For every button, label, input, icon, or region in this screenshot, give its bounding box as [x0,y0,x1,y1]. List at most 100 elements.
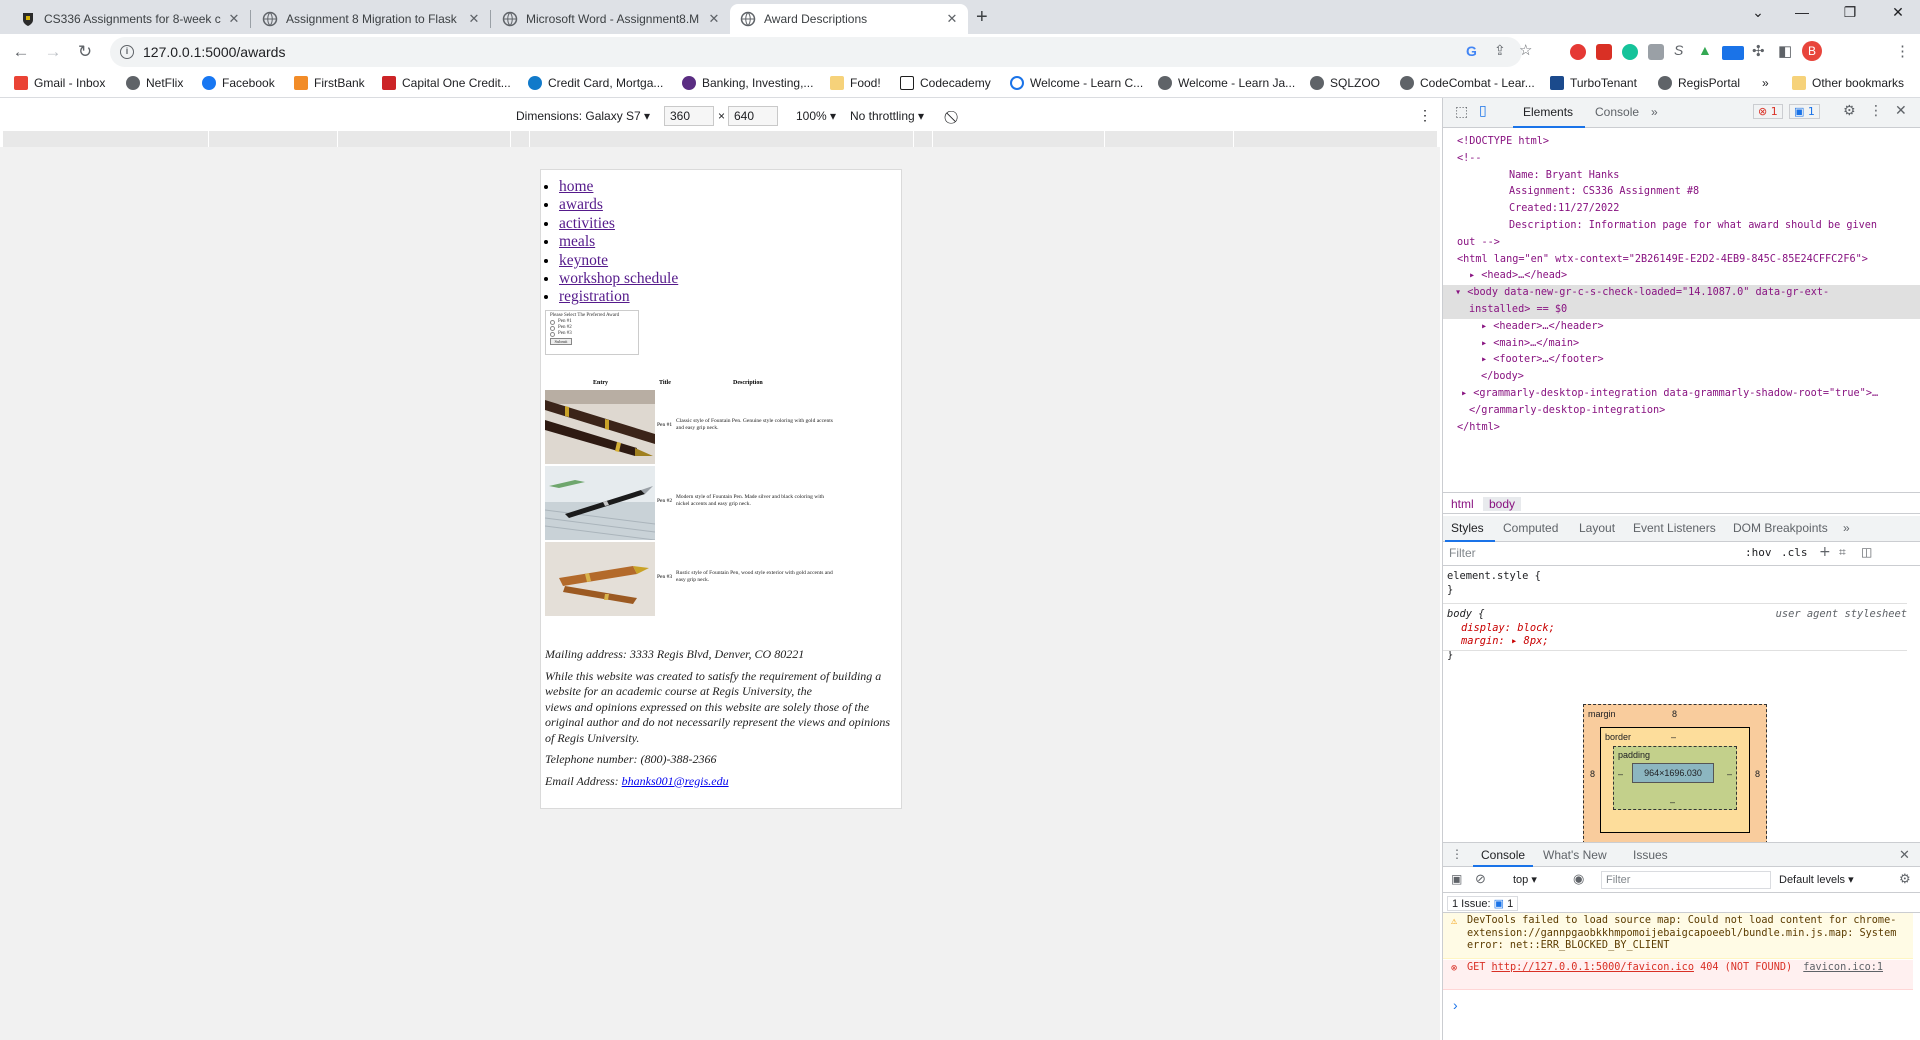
tab-layout[interactable]: Layout [1579,521,1615,535]
radio-pen-3[interactable]: Pen #3 [550,331,634,337]
dom-body-close[interactable]: </body> [1457,369,1920,386]
console-settings-gear-icon[interactable]: ⚙ [1899,871,1911,887]
tab-award-descriptions[interactable]: Award Descriptions ✕ [730,4,968,34]
device-height-input[interactable]: 640 [728,106,778,126]
chrome-menu-icon[interactable]: ⋮ [1895,42,1910,60]
bookmark-codecombat[interactable]: CodeCombat - Lear... [1400,76,1535,90]
error-counter[interactable]: ⊗ 1 [1753,104,1783,119]
red-extension-icon[interactable] [1596,44,1612,60]
radio-circle-icon[interactable] [550,331,555,337]
google-lens-icon[interactable]: G [1466,43,1477,59]
dom-html-open[interactable]: <html lang="en" wtx-context="2B26149E-E2… [1457,252,1920,269]
close-devtools-icon[interactable]: ✕ [1895,103,1907,119]
minimize-button[interactable]: — [1782,4,1822,20]
nav-link-workshop-schedule[interactable]: workshop schedule [559,270,678,287]
dom-comment-assignment[interactable]: Assignment: CS336 Assignment #8 [1457,184,1920,201]
clear-console-icon[interactable]: ⊘ [1475,871,1486,887]
nav-link-awards[interactable]: awards [559,196,603,213]
box-model-diagram[interactable]: margin 8 8 8 border – padding – – – 964×… [1583,704,1767,844]
dom-comment-close[interactable]: out --> [1457,235,1920,252]
radio-circle-icon[interactable] [550,325,555,331]
drawer-tab-console[interactable]: Console [1481,848,1525,862]
tab-dom-breakpoints[interactable]: DOM Breakpoints [1733,521,1828,535]
drawer-tab-issues[interactable]: Issues [1633,848,1668,862]
site-info-icon[interactable]: i [120,45,134,59]
more-tabs-icon[interactable]: » [1651,105,1658,119]
drawer-menu-icon[interactable]: ⋮ [1451,847,1463,861]
grammarly-icon[interactable] [1622,44,1638,60]
bookmark-food[interactable]: Food! [830,76,881,90]
new-tab-button[interactable]: + [976,6,988,29]
styles-filter-input[interactable]: Filter [1449,546,1476,560]
decl-margin[interactable]: margin: ▸ 8px; [1447,635,1907,649]
nav-link-home[interactable]: home [559,178,593,195]
bookmark-learn-java[interactable]: Welcome - Learn Ja... [1158,76,1295,90]
console-sidebar-icon[interactable]: ▣ [1451,872,1462,886]
drive-extension-icon[interactable]: ▲ [1698,42,1712,58]
new-rule-icon[interactable]: + [1819,544,1831,560]
bookmark-star-icon[interactable]: ☆ [1519,41,1532,59]
bookmark-regisportal[interactable]: RegisPortal [1658,76,1740,90]
drawer-tab-whats-new[interactable]: What's New [1543,848,1607,862]
gray-extension-icon[interactable] [1648,44,1664,60]
hov-toggle[interactable]: :hov [1745,546,1772,559]
settings-gear-icon[interactable]: ⚙ [1843,103,1856,119]
bookmark-firstbank[interactable]: FirstBank [294,76,365,90]
device-dimensions-dropdown[interactable]: Dimensions: Galaxy S7 ▾ [516,109,650,123]
and-extension-icon[interactable] [1722,46,1744,60]
close-tab-icon[interactable]: ✕ [466,11,482,27]
tab-cs336[interactable]: CS336 Assignments for 8-week c ✕ [10,4,250,34]
devtools-menu-icon[interactable]: ⋮ [1869,103,1883,119]
nav-link-meals[interactable]: meals [559,233,595,250]
forward-button[interactable]: → [43,42,63,62]
tab-elements[interactable]: Elements [1523,105,1573,119]
media-query-bar[interactable] [3,131,1437,147]
email-link[interactable]: bhanks001@regis.edu [622,774,729,788]
error-source-link[interactable]: favicon.ico:1 [1803,962,1883,975]
dom-main[interactable]: ▸ <main>…</main> [1457,336,1920,353]
dom-footer[interactable]: ▸ <footer>…</footer> [1457,352,1920,369]
more-subtabs-icon[interactable]: » [1843,521,1850,535]
throttling-dropdown[interactable]: No throttling ▾ [850,109,924,123]
device-width-input[interactable]: 360 [664,106,714,126]
crumb-html[interactable]: html [1451,497,1474,511]
dom-grammarly-close[interactable]: </grammarly-desktop-integration> [1457,403,1920,420]
bookmark-turbotenant[interactable]: TurboTenant [1550,76,1637,90]
tab-console[interactable]: Console [1595,105,1639,119]
issues-counter[interactable]: ▣ 1 [1789,104,1820,119]
reload-button[interactable]: ↻ [75,42,95,62]
tab-styles[interactable]: Styles [1451,521,1484,535]
zoom-dropdown[interactable]: 100% ▾ [796,109,836,123]
issues-button[interactable]: 1 Issue: ▣ 1 [1447,896,1519,911]
address-bar[interactable]: i 127.0.0.1:5000/awards G ⇪ ☆ [110,37,1532,67]
device-toggle-icon[interactable]: ▯ [1479,103,1487,119]
dom-header[interactable]: ▸ <header>…</header> [1457,319,1920,336]
restore-button[interactable]: ❐ [1830,4,1870,21]
bookmark-capital-one[interactable]: Capital One Credit... [382,76,511,90]
submit-button[interactable]: Submit [550,338,572,345]
opera-extension-icon[interactable] [1570,44,1586,60]
dom-comment-description[interactable]: Description: Information page for what a… [1457,218,1920,235]
bookmark-netflix[interactable]: NetFlix [126,76,183,90]
tab-search-icon[interactable]: ⌄ [1738,4,1778,21]
decl-display[interactable]: display: block; [1447,622,1907,636]
tab-word-doc[interactable]: Microsoft Word - Assignment8.M ✕ [492,4,730,34]
context-selector[interactable]: top ▾ [1513,873,1537,886]
dom-body-open[interactable]: ▾ <body data-new-gr-c-s-check-loaded="14… [1443,285,1920,302]
dom-body-open-cont[interactable]: installed> == $0 [1443,301,1920,319]
dom-comment-open[interactable]: <!-- [1457,151,1920,168]
close-tab-icon[interactable]: ✕ [226,11,242,27]
dom-comment-created[interactable]: Created:11/27/2022 [1457,201,1920,218]
dom-comment-name[interactable]: Name: Bryant Hanks [1457,168,1920,185]
bookmark-learn-c[interactable]: Welcome - Learn C... [1010,76,1143,90]
extensions-puzzle-icon[interactable]: ✣ [1752,42,1765,60]
bookmark-gmail[interactable]: Gmail - Inbox [14,76,105,90]
bookmark-other[interactable]: Other bookmarks [1792,76,1904,90]
back-button[interactable]: ← [11,42,31,62]
body-selector[interactable]: body { [1447,608,1485,620]
nav-link-keynote[interactable]: keynote [559,252,608,269]
radio-circle-icon[interactable] [550,319,555,325]
bookmark-facebook[interactable]: Facebook [202,76,275,90]
side-panel-icon[interactable]: ◧ [1778,42,1792,60]
log-levels-dropdown[interactable]: Default levels ▾ [1779,873,1854,886]
